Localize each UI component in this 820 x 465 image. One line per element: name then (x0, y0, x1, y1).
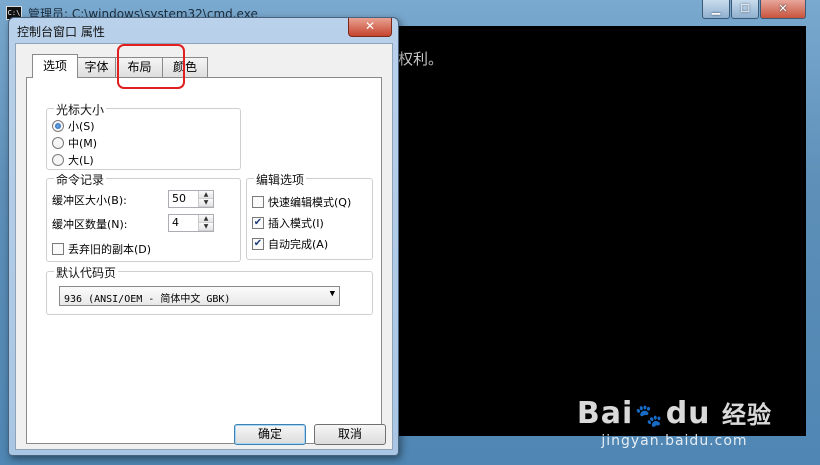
radio-large[interactable]: 大(L) (52, 152, 94, 168)
codepage-group: 默认代码页 936 (ANSI/OEM - 简体中文 GBK) ▼ (46, 264, 373, 315)
codepage-select[interactable]: 936 (ANSI/OEM - 简体中文 GBK) ▼ (59, 286, 340, 306)
buffer-count-label: 缓冲区数量(N): (52, 218, 128, 231)
buffer-count-value[interactable]: 4 (172, 216, 179, 229)
edit-options-legend: 编辑选项 (254, 171, 307, 188)
radio-medium-dot[interactable] (52, 137, 64, 149)
cursor-size-legend: 光标大小 (54, 101, 107, 118)
ok-button[interactable]: 确定 (234, 424, 306, 445)
buffer-count-stepper[interactable]: 4 ▲ ▼ (168, 214, 214, 232)
tab-options[interactable]: 选项 (32, 54, 78, 78)
dialog-title: 控制台窗口 属性 (17, 25, 105, 39)
annotation-highlight (117, 44, 185, 89)
insert-mode-option[interactable]: ✔ 插入模式(I) (252, 215, 324, 231)
insert-mode-label: 插入模式(I) (268, 217, 324, 230)
spin-down-icon[interactable]: ▼ (199, 223, 213, 231)
dialog-close-button[interactable]: ✕ (348, 18, 392, 37)
radio-small-dot[interactable] (52, 120, 64, 132)
radio-medium[interactable]: 中(M) (52, 135, 97, 151)
autocomplete-option[interactable]: ✔ 自动完成(A) (252, 236, 328, 252)
radio-large-label: 大(L) (68, 154, 94, 167)
discard-old-duplicates[interactable]: 丢弃旧的副本(D) (52, 241, 151, 257)
cursor-size-group: 光标大小 小(S) 中(M) 大(L) (46, 101, 241, 170)
tab-panel-options: 光标大小 小(S) 中(M) 大(L) 命令记录 缓冲区大小(B): 50 ▲ … (26, 77, 382, 444)
codepage-legend: 默认代码页 (54, 264, 119, 281)
radio-small-label: 小(S) (68, 120, 95, 133)
paw-icon: 🐾 (635, 404, 664, 429)
close-button[interactable]: ✕ (760, 0, 806, 19)
edit-options-group: 编辑选项 快速编辑模式(Q) ✔ 插入模式(I) ✔ 自动完成(A) (246, 171, 373, 260)
quick-edit-option[interactable]: 快速编辑模式(Q) (252, 194, 351, 210)
quick-edit-checkbox[interactable] (252, 196, 264, 208)
autocomplete-checkbox[interactable]: ✔ (252, 238, 264, 250)
spin-up-icon[interactable]: ▲ (199, 215, 213, 223)
baidu-watermark: Bai🐾du 经验 jingyan.baidu.com (576, 396, 772, 450)
maximize-button[interactable]: ☐ (731, 0, 759, 19)
quick-edit-label: 快速编辑模式(Q) (268, 196, 352, 209)
command-history-legend: 命令记录 (54, 171, 107, 188)
buffer-size-label: 缓冲区大小(B): (52, 194, 127, 207)
cancel-button[interactable]: 取消 (314, 424, 386, 445)
watermark-brand-2: du (665, 396, 711, 431)
radio-large-dot[interactable] (52, 154, 64, 166)
codepage-value: 936 (ANSI/OEM - 简体中文 GBK) (64, 294, 231, 305)
spin-up-icon[interactable]: ▲ (199, 191, 213, 199)
dialog-client: 选项 字体 布局 颜色 光标大小 小(S) 中(M) 大(L) 命令记录 缓冲区… (15, 43, 393, 450)
watermark-url: jingyan.baidu.com (601, 433, 748, 449)
radio-small[interactable]: 小(S) (52, 118, 95, 134)
buffer-size-value[interactable]: 50 (172, 192, 186, 205)
tab-font[interactable]: 字体 (76, 57, 117, 77)
insert-mode-checkbox[interactable]: ✔ (252, 217, 264, 229)
spin-down-icon[interactable]: ▼ (199, 199, 213, 207)
radio-medium-label: 中(M) (68, 137, 98, 150)
properties-dialog: 控制台窗口 属性 ✕ 选项 字体 布局 颜色 光标大小 小(S) 中(M) 大(… (8, 17, 399, 456)
discard-checkbox[interactable] (52, 243, 64, 255)
watermark-brand-3: 经验 (722, 401, 772, 429)
minimize-button[interactable]: ▁ (702, 0, 730, 19)
discard-label: 丢弃旧的副本(D) (68, 243, 152, 256)
buffer-size-stepper[interactable]: 50 ▲ ▼ (168, 190, 214, 208)
autocomplete-label: 自动完成(A) (268, 238, 329, 251)
watermark-brand: Bai (576, 396, 634, 431)
command-history-group: 命令记录 缓冲区大小(B): 50 ▲ ▼ 缓冲区数量(N): 4 ▲ ▼ 丢弃旧的… (46, 171, 241, 262)
console-text: 权利。 (398, 50, 444, 68)
chevron-down-icon[interactable]: ▼ (330, 289, 335, 299)
